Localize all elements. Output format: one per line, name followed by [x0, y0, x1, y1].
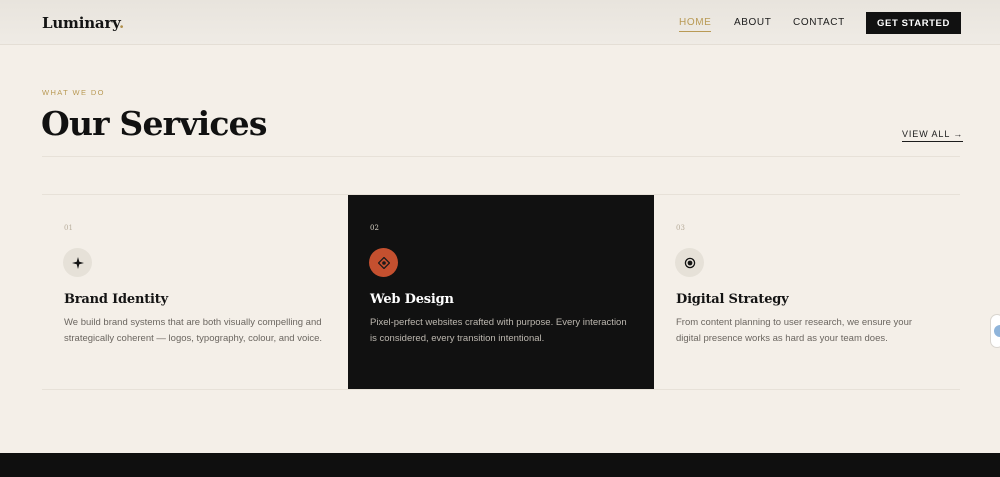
card-title: Web Design	[370, 292, 454, 307]
divider	[42, 156, 960, 157]
card-number: 01	[64, 224, 73, 232]
card-number: 03	[676, 224, 685, 232]
card-description: Pixel-perfect websites crafted with purp…	[370, 317, 627, 344]
target-icon	[675, 248, 704, 277]
service-card-web-design[interactable]: 02 Web Design Pixel-perfect websites cra…	[348, 195, 654, 389]
service-card-digital-strategy[interactable]: 03 Digital Strategy From content plannin…	[654, 195, 960, 389]
footer-bar	[0, 453, 1000, 477]
card-description: We build brand systems that are both vis…	[64, 317, 323, 344]
card-number: 02	[370, 224, 379, 232]
view-all-link[interactable]: VIEW ALL →	[902, 129, 964, 142]
nav-home[interactable]: HOME	[679, 17, 712, 32]
card-title: Digital Strategy	[676, 292, 789, 307]
nav-contact[interactable]: CONTACT	[793, 17, 845, 28]
sparkle-icon	[63, 248, 92, 277]
site-header: Luminary. HOME ABOUT CONTACT GET STARTED	[0, 0, 1000, 45]
card-title: Brand Identity	[64, 292, 168, 307]
card-description: From content planning to user research, …	[676, 317, 913, 344]
get-started-button[interactable]: GET STARTED	[866, 12, 961, 34]
service-card-brand-identity[interactable]: 01 Brand Identity We build brand systems…	[42, 195, 348, 389]
diamond-target-icon	[369, 248, 398, 277]
side-widget-tab[interactable]	[990, 314, 1000, 348]
logo[interactable]: Luminary.	[42, 14, 124, 32]
section-eyebrow: WHAT WE DO	[42, 88, 105, 97]
nav-about[interactable]: ABOUT	[734, 17, 771, 28]
divider	[42, 389, 960, 390]
section-title: Our Services	[41, 104, 267, 143]
